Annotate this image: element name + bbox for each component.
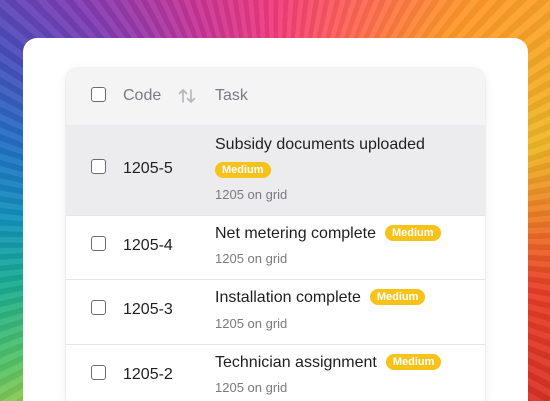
- column-header-code[interactable]: Code: [123, 87, 161, 105]
- task-title: Technician assignment: [215, 354, 377, 371]
- task-title: Installation complete: [215, 289, 361, 306]
- task-subtitle: 1205 on grid: [215, 251, 288, 266]
- task-table: Code Task 1205-5 Subsidy documents uploa…: [66, 68, 485, 401]
- row-code: 1205-5: [123, 160, 173, 177]
- row-code: 1205-2: [123, 366, 173, 383]
- priority-badge: Medium: [369, 288, 426, 305]
- row-checkbox[interactable]: [91, 300, 106, 315]
- select-all-checkbox[interactable]: [91, 87, 106, 102]
- table-row[interactable]: 1205-4 Net metering complete Medium 1205 …: [66, 216, 485, 280]
- task-title-line: Net metering complete Medium: [215, 224, 441, 243]
- table-row[interactable]: 1205-3 Installation complete Medium 1205 …: [66, 280, 485, 345]
- task-title: Net metering complete: [215, 225, 376, 242]
- priority-badge: Medium: [384, 224, 441, 241]
- row-checkbox[interactable]: [91, 159, 106, 174]
- task-title-line: Technician assignment Medium: [215, 353, 442, 372]
- sort-arrows-icon[interactable]: [177, 87, 197, 105]
- table-header: Code Task: [66, 68, 485, 126]
- column-header-task[interactable]: Task: [215, 87, 248, 105]
- task-subtitle: 1205 on grid: [215, 316, 288, 331]
- task-subtitle: 1205 on grid: [215, 187, 288, 202]
- priority-badge: Medium: [385, 353, 442, 370]
- row-checkbox[interactable]: [91, 365, 106, 380]
- priority-badge: Medium: [215, 162, 271, 178]
- table-row[interactable]: 1205-2 Technician assignment Medium 1205 …: [66, 345, 485, 401]
- task-title: Subsidy documents uploaded: [215, 136, 425, 153]
- row-code: 1205-3: [123, 301, 173, 318]
- row-checkbox[interactable]: [91, 236, 106, 251]
- task-title-line: Installation complete Medium: [215, 288, 426, 307]
- task-subtitle: 1205 on grid: [215, 380, 288, 395]
- table-row[interactable]: 1205-5 Subsidy documents uploaded Medium…: [66, 125, 485, 216]
- row-code: 1205-4: [123, 237, 173, 254]
